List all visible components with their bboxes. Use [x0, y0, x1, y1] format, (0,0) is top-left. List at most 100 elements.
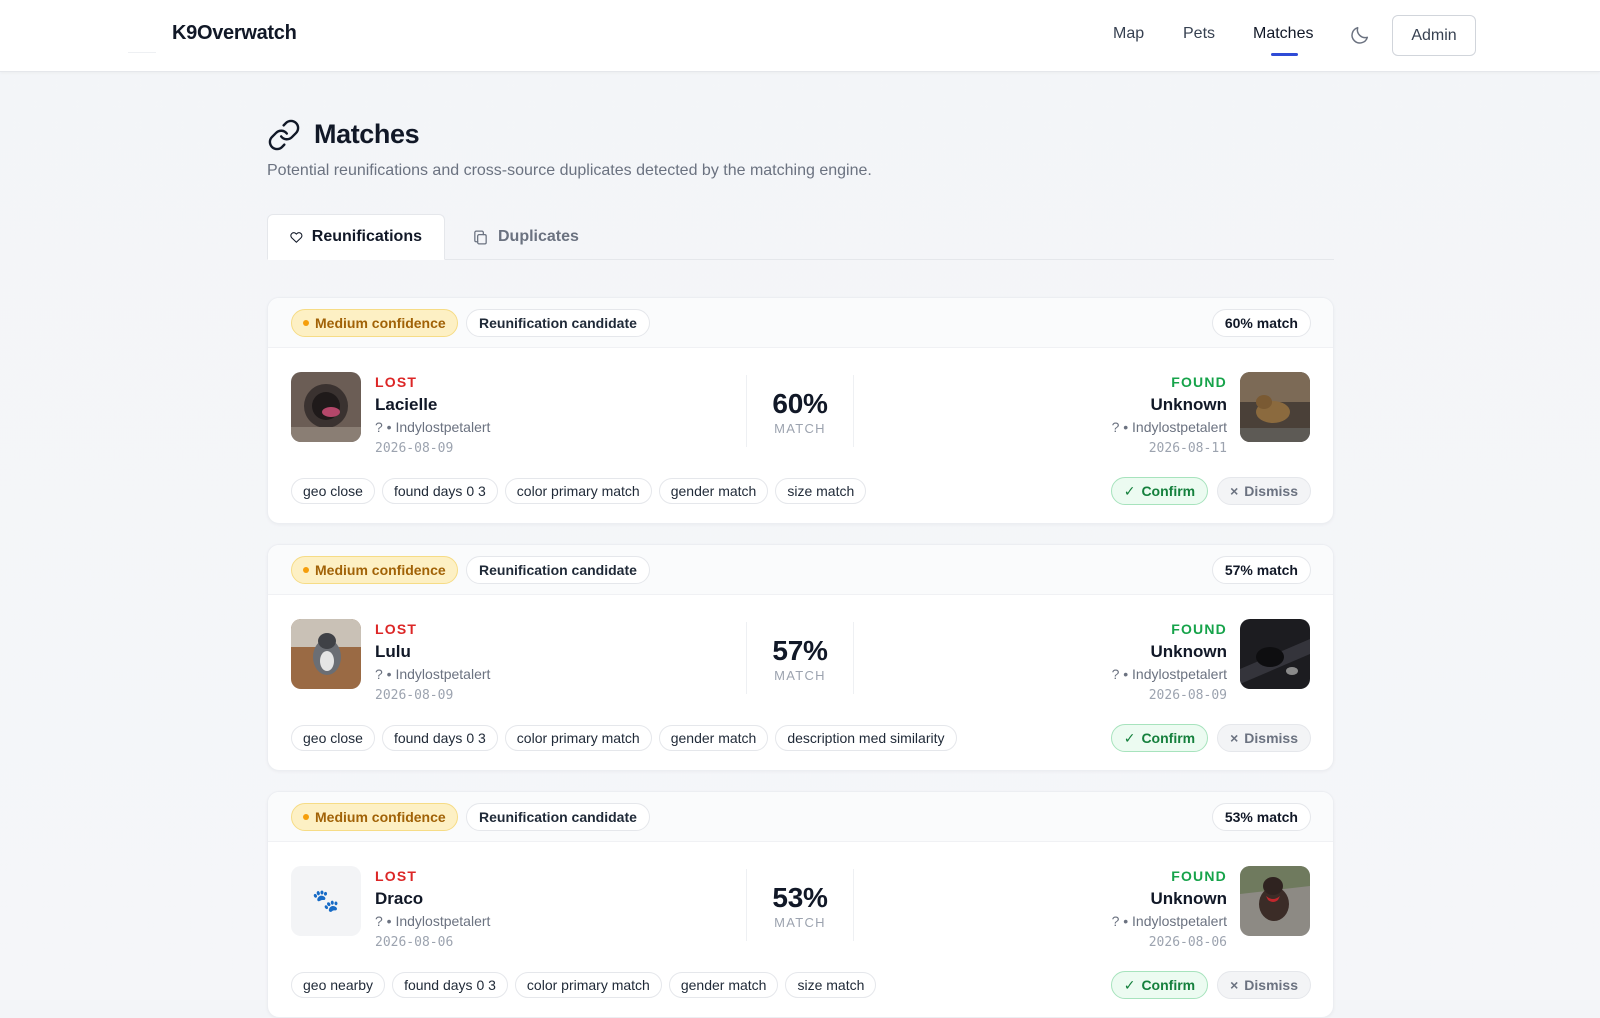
nav-map[interactable]: Map [1113, 25, 1144, 43]
found-label: FOUND [1171, 868, 1227, 884]
dismiss-button[interactable]: × Dismiss [1217, 971, 1311, 999]
reason-chip: gender match [658, 478, 769, 504]
reason-chip: gender match [668, 972, 779, 998]
match-card: Medium confidence Reunification candidat… [267, 791, 1334, 1018]
page-subtitle: Potential reunifications and cross-sourc… [267, 162, 872, 179]
found-pet-name[interactable]: Unknown [1112, 642, 1228, 662]
tab-duplicates[interactable]: Duplicates [450, 214, 601, 260]
confidence-label: Medium confidence [315, 809, 446, 825]
confidence-badge: Medium confidence [291, 803, 458, 831]
admin-button[interactable]: Admin [1392, 15, 1476, 56]
dismiss-label: Dismiss [1244, 483, 1298, 499]
lost-label: LOST [375, 374, 418, 390]
lost-pet-photo[interactable] [291, 372, 361, 442]
paw-placeholder-icon: 🐾 [312, 888, 340, 913]
match-score-label: MATCH [774, 668, 826, 683]
lost-pet-name[interactable]: Draco [375, 889, 490, 909]
confidence-badge: Medium confidence [291, 556, 458, 584]
reason-chip: gender match [658, 725, 769, 751]
check-icon: ✓ [1123, 729, 1136, 746]
match-score: 57% MATCH [746, 622, 854, 694]
confidence-label: Medium confidence [315, 315, 446, 331]
match-actions: ✓ Confirm × Dismiss [1110, 971, 1311, 999]
lost-pet-photo[interactable] [291, 619, 361, 689]
nav-active-indicator [1271, 53, 1298, 56]
found-pet-info: FOUND Unknown ? • Indylostpetalert 2026-… [1112, 868, 1227, 950]
confidence-badge: Medium confidence [291, 309, 458, 337]
reason-chip: color primary match [514, 972, 662, 998]
match-score-label: MATCH [774, 421, 826, 436]
reason-chip: size match [785, 972, 877, 998]
confirm-label: Confirm [1141, 483, 1196, 499]
found-label: FOUND [1171, 621, 1227, 637]
found-pet-meta: ? • Indylostpetalert [1111, 913, 1227, 929]
nav-matches[interactable]: Matches [1253, 25, 1313, 43]
lost-pet-date: 2026-08-09 [375, 441, 454, 456]
found-pet-image [1240, 866, 1310, 936]
lost-label: LOST [375, 621, 418, 637]
match-kind-badge: Reunification candidate [466, 309, 650, 337]
top-navbar: K9Overwatch Map Pets Matches Admin [0, 0, 1600, 72]
reason-chip: size match [775, 478, 867, 504]
match-card: Medium confidence Reunification candidat… [267, 297, 1334, 524]
tab-reunifications[interactable]: Reunifications [267, 214, 445, 260]
found-pet-name[interactable]: Unknown [1112, 395, 1228, 415]
close-icon: × [1230, 730, 1239, 746]
match-score-value: 57% [772, 635, 828, 666]
reason-chip: found days 0 3 [392, 972, 508, 998]
match-score: 60% MATCH [746, 375, 854, 447]
lost-pet-date: 2026-08-06 [375, 935, 454, 950]
reason-chip: found days 0 3 [381, 725, 498, 751]
match-percent-badge: 57% match [1211, 556, 1311, 584]
match-reasons: geo nearby found days 0 3 color primary … [291, 972, 877, 998]
match-score: 53% MATCH [746, 869, 854, 941]
brand-name[interactable]: K9Overwatch [172, 22, 297, 45]
reason-chip: description med similarity [775, 725, 957, 751]
match-score-value: 53% [772, 882, 828, 913]
match-score-value: 60% [772, 388, 828, 419]
page-title: Matches [314, 119, 420, 149]
confirm-button[interactable]: ✓ Confirm [1110, 477, 1209, 505]
lost-pet-meta: ? • Indylostpetalert [375, 666, 491, 682]
lost-pet-name[interactable]: Lacielle [375, 395, 490, 415]
reason-chip: geo close [291, 725, 375, 751]
match-kind-badge: Reunification candidate [466, 556, 650, 584]
confirm-label: Confirm [1141, 977, 1196, 993]
confirm-label: Confirm [1141, 730, 1196, 746]
lost-pet-name[interactable]: Lulu [375, 642, 490, 662]
dismiss-button[interactable]: × Dismiss [1217, 477, 1311, 505]
confirm-button[interactable]: ✓ Confirm [1110, 971, 1209, 999]
match-kind-badge: Reunification candidate [466, 803, 650, 831]
found-pet-photo[interactable] [1240, 619, 1310, 689]
found-pet-date: 2026-08-11 [1148, 441, 1227, 456]
found-pet-image [1240, 619, 1310, 689]
found-pet-date: 2026-08-09 [1148, 688, 1227, 703]
found-pet-info: FOUND Unknown ? • Indylostpetalert 2026-… [1112, 374, 1227, 456]
tab-reunifications-label: Reunifications [311, 228, 422, 245]
reason-chip: geo nearby [291, 972, 386, 998]
match-percent-badge: 60% match [1211, 309, 1311, 337]
tab-duplicates-label: Duplicates [498, 228, 579, 245]
check-icon: ✓ [1123, 976, 1136, 993]
found-pet-meta: ? • Indylostpetalert [1111, 666, 1227, 682]
nav-pets[interactable]: Pets [1183, 25, 1215, 43]
heart-icon [290, 231, 303, 243]
confirm-button[interactable]: ✓ Confirm [1110, 724, 1209, 752]
found-pet-name[interactable]: Unknown [1112, 889, 1228, 909]
found-pet-photo[interactable] [1240, 866, 1310, 936]
lost-pet-meta: ? • Indylostpetalert [375, 913, 491, 929]
reason-chip: geo close [291, 478, 375, 504]
match-score-label: MATCH [774, 915, 826, 930]
reason-chip: color primary match [504, 478, 652, 504]
check-icon: ✓ [1123, 482, 1136, 499]
lost-pet-info: LOST Lulu ? • Indylostpetalert 2026-08-0… [375, 621, 490, 703]
match-actions: ✓ Confirm × Dismiss [1110, 724, 1311, 752]
confidence-dot-icon [303, 320, 309, 326]
match-card-header: Medium confidence Reunification candidat… [268, 792, 1333, 842]
found-pet-meta: ? • Indylostpetalert [1111, 419, 1227, 435]
lost-pet-date: 2026-08-09 [375, 688, 454, 703]
dismiss-button[interactable]: × Dismiss [1217, 724, 1311, 752]
lost-pet-photo[interactable]: 🐾 [291, 866, 361, 936]
dark-mode-moon-icon[interactable] [1349, 24, 1371, 46]
found-pet-photo[interactable] [1240, 372, 1310, 442]
